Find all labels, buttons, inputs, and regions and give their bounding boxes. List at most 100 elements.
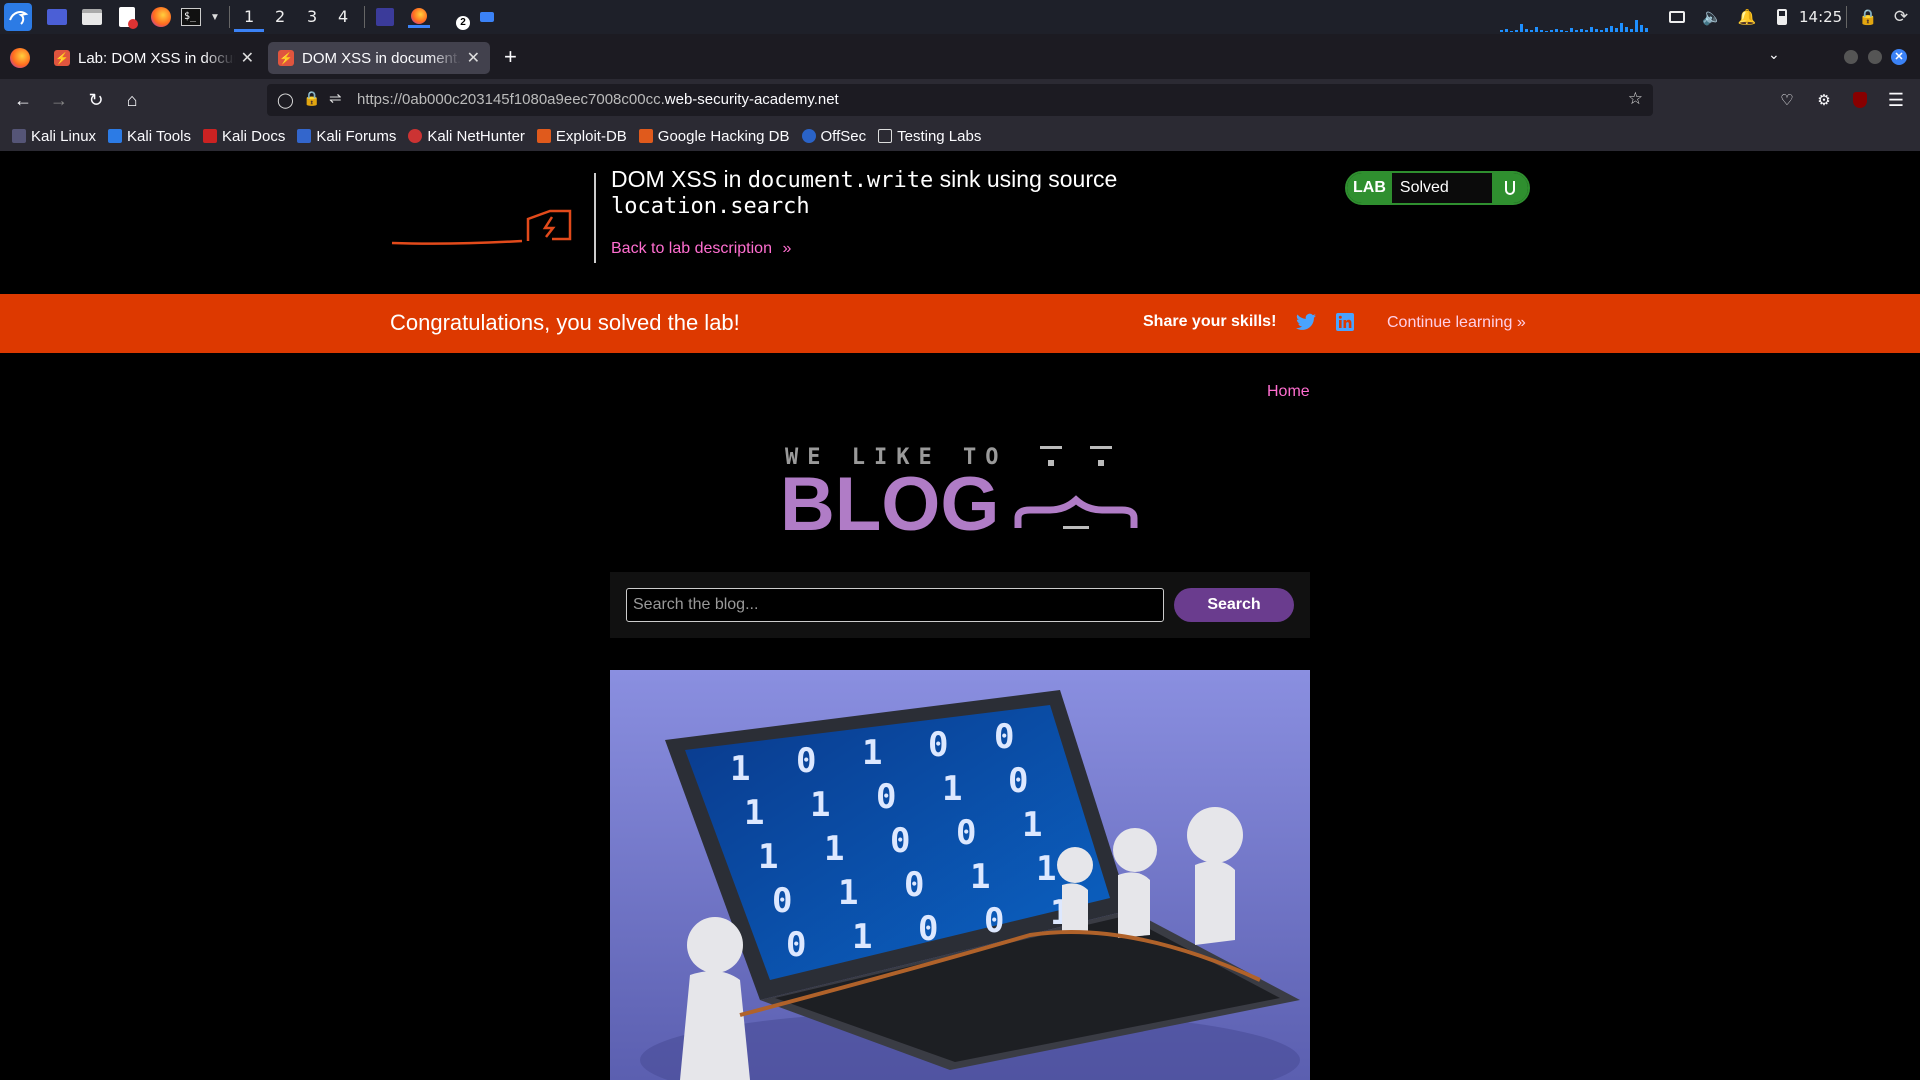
cpu-graph-bar <box>1630 29 1633 32</box>
firefox-view-icon[interactable] <box>10 48 30 68</box>
minimize-button[interactable] <box>1844 50 1858 64</box>
close-window-button[interactable]: ✕ <box>1891 49 1907 65</box>
workspace-4[interactable]: 4 <box>338 7 348 26</box>
notification-window-icon[interactable]: 2 <box>446 6 470 30</box>
url-prefix: https://0ab000c203145f1080a9eec7008c00cc… <box>357 91 665 108</box>
clock[interactable]: 14:25 <box>1799 8 1842 26</box>
kali-docs-icon <box>202 129 217 143</box>
lab-title-code: location.search <box>611 194 810 219</box>
home-nav-link[interactable]: Home <box>1267 383 1310 401</box>
workspace-3[interactable]: 3 <box>307 7 317 26</box>
share-skills-label: Share your skills! <box>1143 313 1277 330</box>
continue-learning-link[interactable]: Continue learning » <box>1387 314 1526 332</box>
list-all-tabs-icon[interactable]: ⌄ <box>1768 46 1780 63</box>
bookmark-folder-testing-labs[interactable]: Testing Labs <box>878 128 981 145</box>
cpu-graph-bar <box>1580 29 1583 32</box>
lock-icon[interactable]: 🔒 <box>303 90 320 107</box>
bookmark-kali-forums[interactable]: Kali Forums <box>297 128 396 145</box>
cpu-graph-bar <box>1505 29 1508 32</box>
cpu-graph-bar <box>1620 23 1623 32</box>
double-chevron-right-icon: » <box>1516 314 1526 331</box>
binary-digit: 1 <box>852 917 872 957</box>
cpu-graph-bar <box>1600 30 1603 32</box>
kali-menu-icon[interactable] <box>4 3 32 31</box>
maximize-button[interactable] <box>1868 50 1882 64</box>
back-arrow-icon[interactable]: ← <box>10 87 36 113</box>
bookmark-kali-linux[interactable]: Kali Linux <box>12 128 96 145</box>
burp-window-icon[interactable] <box>374 6 396 28</box>
permissions-icon[interactable]: ⇌ <box>329 89 342 107</box>
screen-icon[interactable] <box>1666 6 1688 28</box>
hamburger-menu-icon[interactable]: ☰ <box>1883 87 1909 113</box>
cpu-graph-bar <box>1530 30 1533 32</box>
forward-arrow-icon[interactable]: → <box>46 87 72 113</box>
continue-link-label: Continue learning <box>1387 314 1513 331</box>
browser-tab-lab[interactable]: ⚡ DOM XSS in document.write ✕ <box>268 42 490 74</box>
volume-icon[interactable]: 🔈 <box>1701 6 1723 28</box>
nethunter-icon <box>408 129 423 143</box>
firefox-icon[interactable] <box>150 6 172 28</box>
exploit-db-icon <box>536 129 551 143</box>
workspace-2[interactable]: 2 <box>275 7 285 26</box>
firefox-window-icon[interactable] <box>408 6 430 28</box>
window-icon[interactable] <box>476 6 498 28</box>
ublock-icon[interactable] <box>1847 87 1873 113</box>
bookmark-kali-tools[interactable]: Kali Tools <box>108 128 191 145</box>
bell-icon[interactable]: 🔔 <box>1736 6 1758 28</box>
cpu-graph-bar <box>1565 31 1568 32</box>
header-divider <box>594 173 596 263</box>
battery-icon[interactable] <box>1771 6 1793 28</box>
cpu-graph-bar <box>1545 31 1548 32</box>
bookmark-kali-nethunter[interactable]: Kali NetHunter <box>408 128 525 145</box>
url-domain: web-security-academy.net <box>664 91 839 108</box>
url-text[interactable]: https://0ab000c203145f1080a9eec7008c00cc… <box>357 91 839 108</box>
blog-logo: WE LIKE TO BLOG <box>780 445 1138 538</box>
desktop-icon[interactable] <box>46 6 68 28</box>
lab-title-text: sink using source <box>933 166 1118 192</box>
binary-digit: 1 <box>1022 805 1042 845</box>
chevron-down-icon[interactable]: ▼ <box>204 6 226 28</box>
cpu-graph-bar <box>1645 28 1648 32</box>
web-security-academy-logo-icon <box>391 209 572 245</box>
text-editor-icon[interactable] <box>116 6 138 29</box>
workspace-1[interactable]: 1 <box>233 7 265 32</box>
binary-digit: 0 <box>890 821 910 861</box>
new-tab-button[interactable]: + <box>504 44 517 70</box>
url-bar[interactable]: ◯ 🔒 ⇌ https://0ab000c203145f1080a9eec700… <box>267 84 1653 116</box>
terminal-icon[interactable]: $_ <box>180 6 202 28</box>
lock-icon[interactable]: 🔒 <box>1857 6 1879 28</box>
binary-digit: 0 <box>796 741 816 781</box>
back-to-lab-description-link[interactable]: Back to lab description » <box>611 240 791 258</box>
cpu-graph-bar <box>1615 28 1618 32</box>
extensions-icon[interactable]: ⚙ <box>1811 87 1837 113</box>
reload-icon[interactable]: ↻ <box>83 87 109 113</box>
kali-dragon-icon <box>12 129 26 143</box>
laptop-binary-illustration: 1 0 1 0 01 1 0 1 01 1 0 0 10 1 0 1 10 1 0 0 1 <box>610 670 1310 1080</box>
bookmark-google-hacking-db[interactable]: Google Hacking DB <box>638 128 790 145</box>
double-chevron-right-icon: » <box>782 240 792 257</box>
lab-title-code: document.write <box>747 168 934 193</box>
shield-icon[interactable]: ◯ <box>277 91 294 109</box>
bookmark-offsec[interactable]: OffSec <box>801 128 866 145</box>
linkedin-icon[interactable] <box>1336 313 1354 331</box>
browser-tab-lab-description[interactable]: ⚡ Lab: DOM XSS in document.write ✕ <box>44 42 264 74</box>
binary-digit: 0 <box>1008 761 1028 801</box>
file-manager-icon[interactable] <box>81 6 103 28</box>
logout-icon[interactable]: ⟳ <box>1890 6 1912 28</box>
bookmark-star-icon[interactable]: ☆ <box>1628 89 1643 109</box>
close-icon[interactable]: ✕ <box>241 48 254 68</box>
blog-post-image[interactable]: 1010011010110010101101001 <box>610 670 1310 1080</box>
search-button[interactable]: Search <box>1174 588 1294 622</box>
home-icon[interactable]: ⌂ <box>119 87 145 113</box>
search-input[interactable] <box>626 588 1164 622</box>
binary-digit: 0 <box>876 777 896 817</box>
binary-digit: 0 <box>928 725 948 765</box>
bookmark-label: Kali Linux <box>31 127 97 145</box>
bookmark-label: Kali Docs <box>221 127 286 145</box>
bookmark-kali-docs[interactable]: Kali Docs <box>202 127 286 145</box>
twitter-icon[interactable] <box>1296 313 1316 331</box>
pocket-icon[interactable]: ♡ <box>1774 87 1800 113</box>
bookmark-exploit-db[interactable]: Exploit-DB <box>536 128 627 145</box>
browser-tab-bar: ⚡ Lab: DOM XSS in document.write ✕ ⚡ DOM… <box>0 34 1920 79</box>
close-icon[interactable]: ✕ <box>467 48 480 68</box>
